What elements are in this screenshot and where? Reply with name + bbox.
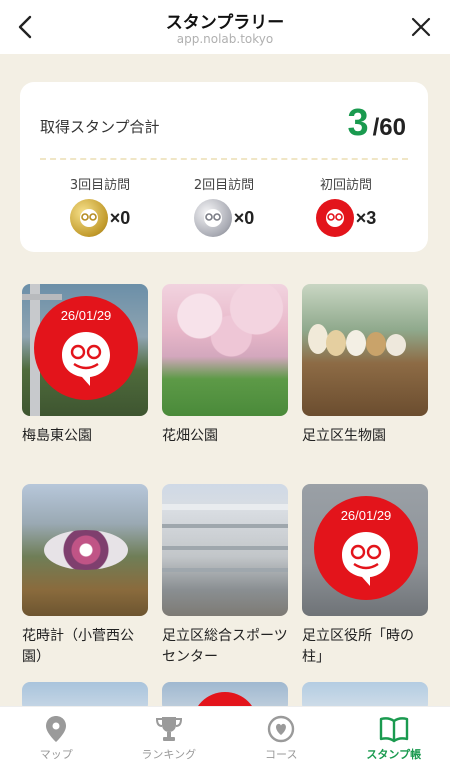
visit-second: 2回目訪問 ×0 <box>164 174 284 237</box>
nav-label: コース <box>265 748 298 761</box>
close-button[interactable] <box>406 12 436 42</box>
spot-card[interactable]: 26/01/29 梅島東公園 <box>22 284 150 447</box>
visit-label: 初回訪問 <box>319 178 372 193</box>
spot-card[interactable]: 足立区総合スポーツセンター <box>162 484 290 668</box>
spot-name: 足立区総合スポーツセンター <box>162 628 288 665</box>
heart-circle-icon <box>268 715 295 743</box>
visit-label: 2回目訪問 <box>193 178 255 193</box>
nav-stampbook[interactable]: スタンプ帳 <box>338 707 450 770</box>
stamp-date: 26/01/29 <box>340 508 392 523</box>
map-pin-icon <box>46 716 67 742</box>
nav-label: マップ <box>39 748 73 761</box>
spot-name: 足立区役所「時の柱」 <box>302 628 414 665</box>
spot-photo: 26/01/29 <box>22 284 148 416</box>
visit-third: 3回目訪問 ×0 <box>40 174 160 237</box>
spot-card[interactable]: 花時計（小菅西公園） <box>22 484 150 668</box>
page-title: スタンプラリー <box>165 13 285 33</box>
spot-name: 足立区生物園 <box>302 428 386 444</box>
close-icon <box>411 17 431 37</box>
header-bar: スタンプラリー app.nolab.tokyo <box>0 0 450 54</box>
spot-name: 梅島東公園 <box>22 428 92 444</box>
red-medal-icon <box>315 199 354 237</box>
silver-medal-icon <box>193 199 232 237</box>
bottom-nav: マップ ランキング コース スタンプ帳 <box>0 706 450 770</box>
summary-label: 取得スタンプ合計 <box>40 118 160 136</box>
spot-photo <box>162 484 288 616</box>
stamp-date: 26/01/29 <box>60 308 112 323</box>
nav-course[interactable]: コース <box>225 707 338 770</box>
stamp-summary-card: 取得スタンプ合計 3 /60 3回目訪問 ×0 2回目訪問 ×0 初回訪問 ×3 <box>20 82 428 252</box>
book-icon <box>379 717 408 743</box>
page-url: app.nolab.tokyo <box>176 32 274 46</box>
spot-photo <box>22 484 148 616</box>
nav-map[interactable]: マップ <box>0 707 113 770</box>
gold-medal-icon <box>69 199 108 237</box>
visit-label: 3回目訪問 <box>69 178 131 193</box>
stamp-mark: 26/01/29 <box>314 496 418 600</box>
stamp-count-total: /60 <box>372 114 406 141</box>
visit-first: 初回訪問 ×3 <box>286 174 406 237</box>
visit-count: ×3 <box>355 207 377 228</box>
divider <box>40 158 408 160</box>
stamp-mark: 26/01/29 <box>34 296 138 400</box>
spot-photo <box>162 284 288 416</box>
spot-photo <box>302 284 428 416</box>
stamp-count-value: 3 <box>347 102 369 144</box>
visit-count: ×0 <box>233 207 255 228</box>
spot-card[interactable]: 26/01/29 足立区役所「時の柱」 <box>302 484 430 668</box>
stamp-count: 3 /60 <box>347 102 406 145</box>
nav-label: ランキング <box>141 748 197 761</box>
spot-name: 花畑公園 <box>162 428 218 444</box>
spot-photo: 26/01/29 <box>302 484 428 616</box>
spot-name: 花時計（小菅西公園） <box>22 628 134 665</box>
nav-ranking[interactable]: ランキング <box>113 707 226 770</box>
visit-count: ×0 <box>109 207 131 228</box>
spot-card[interactable]: 足立区生物園 <box>302 284 430 447</box>
nav-label: スタンプ帳 <box>366 748 422 761</box>
trophy-icon <box>155 717 182 741</box>
spot-card[interactable]: 花畑公園 <box>162 284 290 447</box>
